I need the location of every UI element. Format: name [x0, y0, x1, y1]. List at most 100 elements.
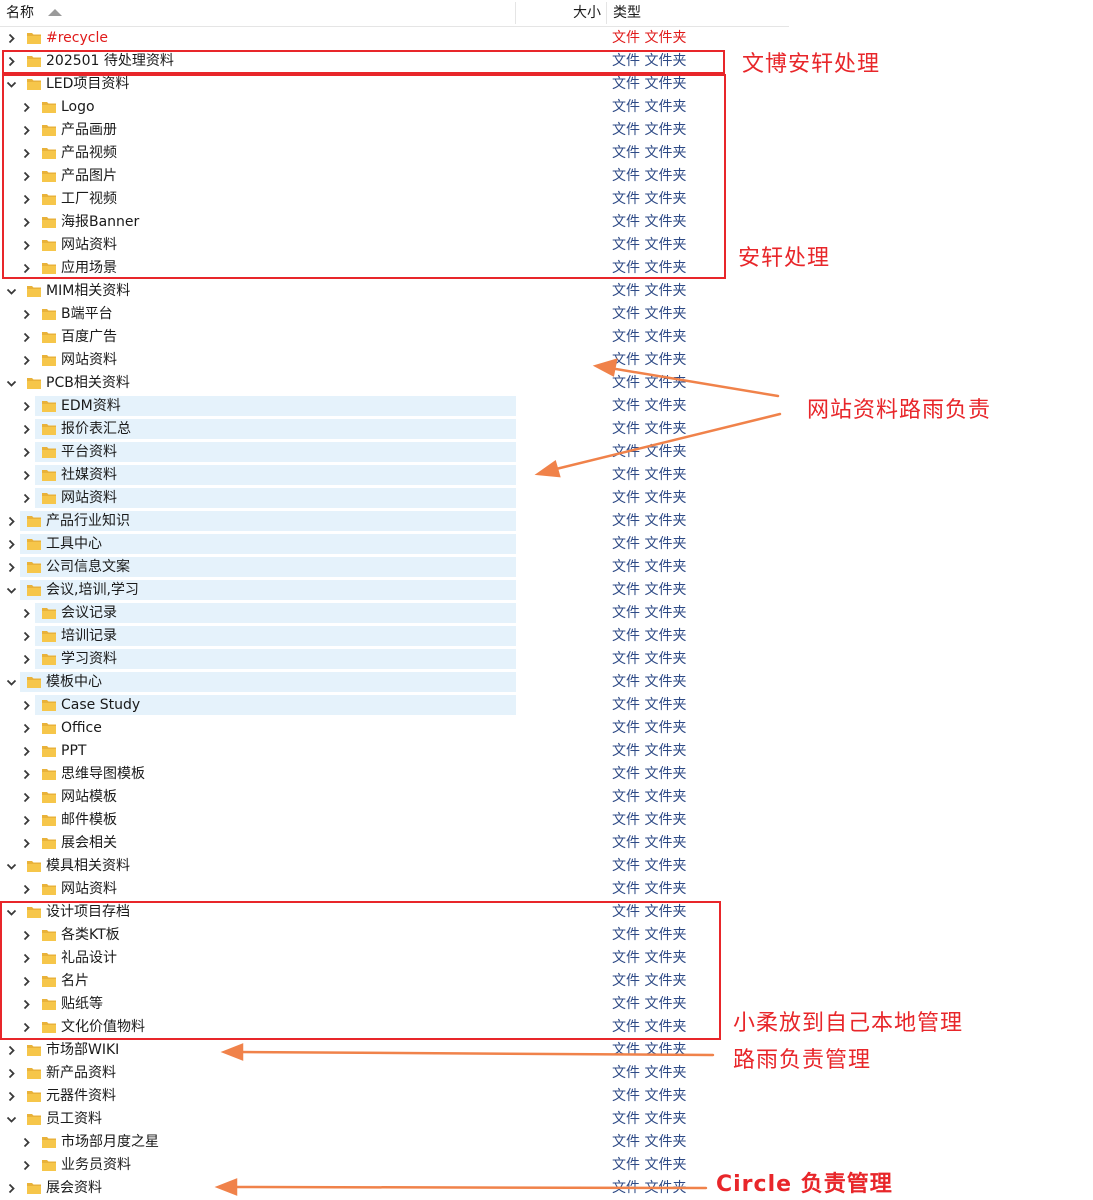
folder-name[interactable]: 邮件模板 [61, 809, 117, 832]
tree-row[interactable]: 业务员资料 文件 文件夹 [0, 1154, 789, 1177]
folder-name[interactable]: 会议记录 [61, 602, 117, 625]
chevron-down-icon[interactable] [5, 584, 18, 597]
chevron-right-icon[interactable] [20, 446, 33, 459]
folder-name[interactable]: 网站资料 [61, 878, 117, 901]
tree-row[interactable]: PCB相关资料 文件 文件夹 [0, 372, 789, 395]
folder-name[interactable]: PPT [61, 740, 86, 763]
column-divider[interactable] [606, 2, 607, 24]
folder-name[interactable]: 新产品资料 [46, 1062, 116, 1085]
folder-name[interactable]: B端平台 [61, 303, 113, 326]
folder-name[interactable]: MIM相关资料 [46, 280, 130, 303]
tree-row[interactable]: 学习资料 文件 文件夹 [0, 648, 789, 671]
chevron-right-icon[interactable] [20, 814, 33, 827]
tree-row[interactable]: 展会相关 文件 文件夹 [0, 832, 789, 855]
name-column-header[interactable]: 名称 [6, 0, 34, 26]
tree-row[interactable]: PPT 文件 文件夹 [0, 740, 789, 763]
chevron-right-icon[interactable] [20, 308, 33, 321]
chevron-down-icon[interactable] [5, 676, 18, 689]
folder-name[interactable]: 报价表汇总 [61, 418, 131, 441]
folder-name[interactable]: 工具中心 [46, 533, 102, 556]
tree-row[interactable]: 市场部月度之星 文件 文件夹 [0, 1131, 789, 1154]
chevron-right-icon[interactable] [5, 538, 18, 551]
tree-row[interactable]: 社媒资料 文件 文件夹 [0, 464, 789, 487]
tree-row[interactable]: 网站资料 文件 文件夹 [0, 487, 789, 510]
folder-name[interactable]: 市场部月度之星 [61, 1131, 159, 1154]
tree-row[interactable]: 邮件模板 文件 文件夹 [0, 809, 789, 832]
folder-name[interactable]: 网站模板 [61, 786, 117, 809]
chevron-right-icon[interactable] [20, 492, 33, 505]
chevron-right-icon[interactable] [20, 354, 33, 367]
chevron-right-icon[interactable] [5, 1044, 18, 1057]
tree-row[interactable]: 模具相关资料 文件 文件夹 [0, 855, 789, 878]
tree-row[interactable]: 模板中心 文件 文件夹 [0, 671, 789, 694]
folder-name[interactable]: #recycle [46, 27, 108, 50]
folder-name[interactable]: 培训记录 [61, 625, 117, 648]
chevron-right-icon[interactable] [20, 607, 33, 620]
folder-name[interactable]: 平台资料 [61, 441, 117, 464]
folder-name[interactable]: 百度广告 [61, 326, 117, 349]
folder-name[interactable]: 网站资料 [61, 487, 117, 510]
folder-name[interactable]: 市场部WIKI [46, 1039, 119, 1062]
tree-row[interactable]: 展会资料 文件 文件夹 [0, 1177, 789, 1200]
chevron-right-icon[interactable] [20, 745, 33, 758]
tree-row[interactable]: B端平台 文件 文件夹 [0, 303, 789, 326]
chevron-right-icon[interactable] [20, 699, 33, 712]
tree-row[interactable]: 公司信息文案 文件 文件夹 [0, 556, 789, 579]
folder-name[interactable]: EDM资料 [61, 395, 121, 418]
folder-name[interactable]: PCB相关资料 [46, 372, 130, 395]
tree-row[interactable]: 平台资料 文件 文件夹 [0, 441, 789, 464]
chevron-right-icon[interactable] [20, 469, 33, 482]
folder-name[interactable]: 产品行业知识 [46, 510, 130, 533]
folder-name[interactable]: Case Study [61, 694, 140, 717]
chevron-right-icon[interactable] [20, 423, 33, 436]
chevron-right-icon[interactable] [20, 837, 33, 850]
size-column-header[interactable]: 大小 [573, 0, 601, 26]
tree-row[interactable]: 思维导图模板 文件 文件夹 [0, 763, 789, 786]
folder-name[interactable]: 元器件资料 [46, 1085, 116, 1108]
folder-name[interactable]: 业务员资料 [61, 1154, 131, 1177]
chevron-right-icon[interactable] [20, 331, 33, 344]
chevron-right-icon[interactable] [20, 768, 33, 781]
folder-name[interactable]: 模板中心 [46, 671, 102, 694]
tree-row[interactable]: 会议,培训,学习 文件 文件夹 [0, 579, 789, 602]
tree-row[interactable]: Case Study 文件 文件夹 [0, 694, 789, 717]
tree-row[interactable]: MIM相关资料 文件 文件夹 [0, 280, 789, 303]
chevron-down-icon[interactable] [5, 377, 18, 390]
chevron-down-icon[interactable] [5, 1113, 18, 1126]
folder-name[interactable]: 社媒资料 [61, 464, 117, 487]
folder-name[interactable]: 展会资料 [46, 1177, 102, 1200]
type-column-header[interactable]: 类型 [613, 0, 641, 26]
tree-row[interactable]: 百度广告 文件 文件夹 [0, 326, 789, 349]
tree-row[interactable]: EDM资料 文件 文件夹 [0, 395, 789, 418]
tree-row[interactable]: 培训记录 文件 文件夹 [0, 625, 789, 648]
tree-row[interactable]: 网站资料 文件 文件夹 [0, 349, 789, 372]
folder-name[interactable]: 会议,培训,学习 [46, 579, 139, 602]
tree-row[interactable]: 市场部WIKI 文件 文件夹 [0, 1039, 789, 1062]
folder-name[interactable]: 员工资料 [46, 1108, 102, 1131]
chevron-right-icon[interactable] [20, 1136, 33, 1149]
chevron-right-icon[interactable] [5, 32, 18, 45]
chevron-right-icon[interactable] [5, 515, 18, 528]
tree-row[interactable]: 员工资料 文件 文件夹 [0, 1108, 789, 1131]
chevron-right-icon[interactable] [20, 883, 33, 896]
chevron-right-icon[interactable] [5, 1067, 18, 1080]
folder-name[interactable]: 思维导图模板 [61, 763, 145, 786]
folder-name[interactable]: Office [61, 717, 102, 740]
tree-row[interactable]: 会议记录 文件 文件夹 [0, 602, 789, 625]
chevron-down-icon[interactable] [5, 285, 18, 298]
chevron-right-icon[interactable] [20, 1159, 33, 1172]
tree-row[interactable]: 工具中心 文件 文件夹 [0, 533, 789, 556]
tree-row[interactable]: #recycle 文件 文件夹 [0, 27, 789, 50]
tree-row[interactable]: 新产品资料 文件 文件夹 [0, 1062, 789, 1085]
chevron-right-icon[interactable] [20, 653, 33, 666]
chevron-right-icon[interactable] [20, 722, 33, 735]
tree-row[interactable]: 网站模板 文件 文件夹 [0, 786, 789, 809]
chevron-right-icon[interactable] [5, 561, 18, 574]
tree-row[interactable]: 网站资料 文件 文件夹 [0, 878, 789, 901]
chevron-right-icon[interactable] [20, 630, 33, 643]
chevron-right-icon[interactable] [5, 1090, 18, 1103]
column-divider[interactable] [515, 2, 516, 24]
tree-row[interactable]: 元器件资料 文件 文件夹 [0, 1085, 789, 1108]
chevron-right-icon[interactable] [20, 400, 33, 413]
folder-name[interactable]: 模具相关资料 [46, 855, 130, 878]
